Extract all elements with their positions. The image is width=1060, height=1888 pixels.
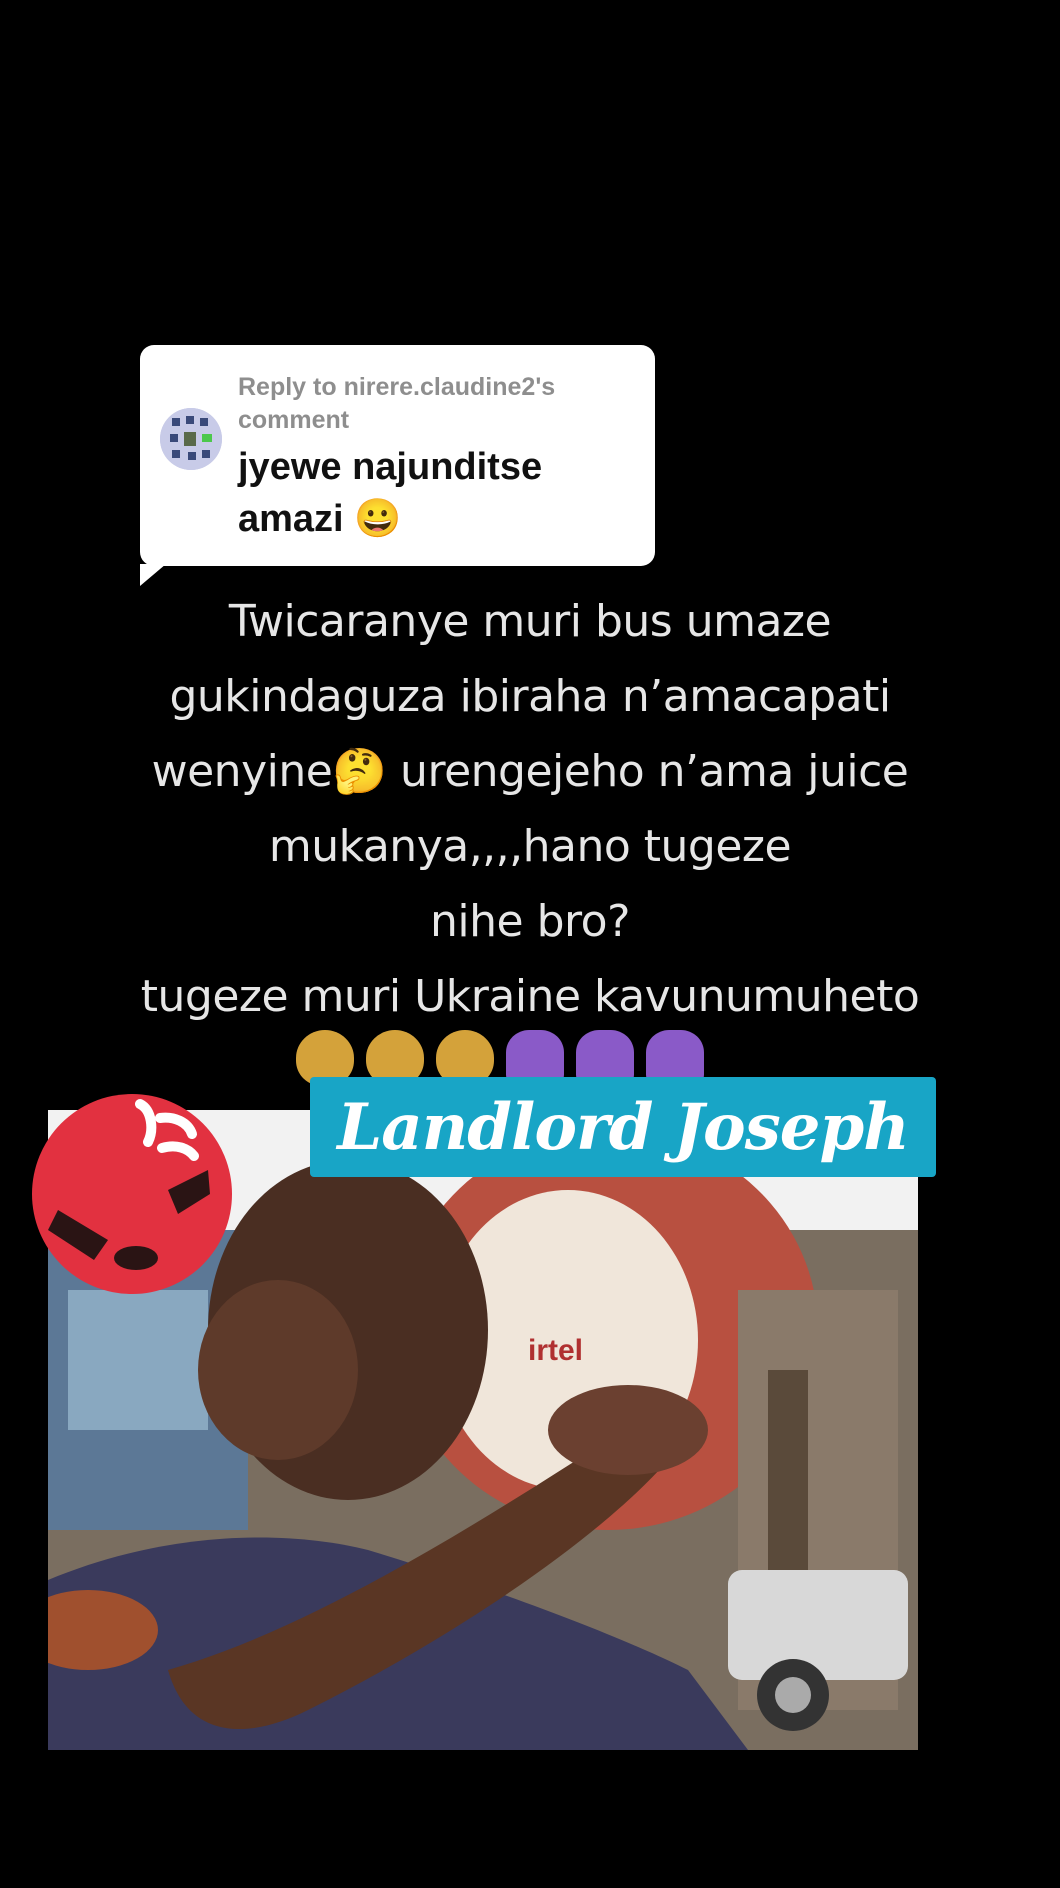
caption-line: gukindaguza ibiraha n’amacapati (169, 671, 891, 722)
bubble-tail (140, 564, 166, 586)
caption-line: mukanya,,,,hano tugeze (268, 821, 792, 872)
reply-comment-text: jyewe najunditse amazi 😀 (238, 446, 543, 540)
reply-to-label: Reply to nirere.claudine2's comment (238, 373, 556, 434)
commenter-avatar[interactable] (160, 408, 222, 470)
caption-line: nihe bro? (430, 896, 630, 947)
reply-comment-bubble[interactable]: Reply to nirere.claudine2's comment jyew… (140, 345, 655, 586)
user-avatar-icon (160, 408, 222, 470)
caption-line: wenyine🤔 urengejeho n’ama juice (151, 746, 909, 797)
video-caption: Twicaranye muri bus umaze gukindaguza ib… (20, 584, 1040, 1034)
caption-line: Twicaranye muri bus umaze (228, 596, 832, 647)
caption-line: tugeze muri Ukraine kavunumuheto (140, 971, 920, 1022)
angry-face-icon (32, 1094, 232, 1294)
title-badge: Landlord Joseph (310, 1077, 936, 1177)
sign-text: irtel (528, 1334, 583, 1367)
